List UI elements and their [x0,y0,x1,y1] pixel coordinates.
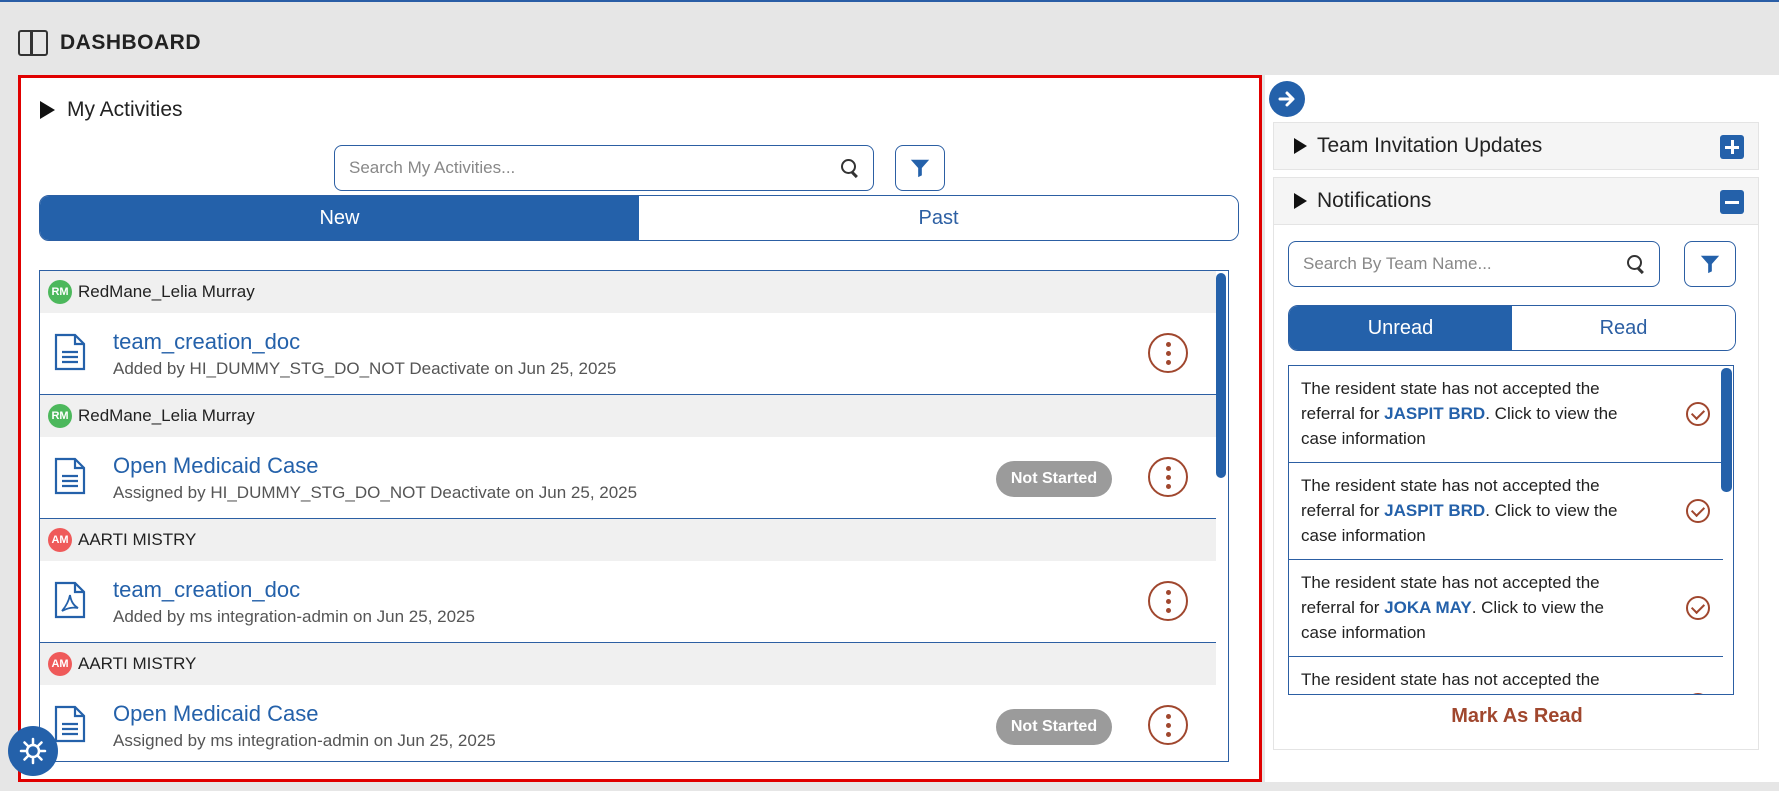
notification-tabs: Unread Read [1288,305,1736,351]
filter-icon [1700,255,1720,274]
page-header: DASHBOARD [18,30,201,56]
notification-text: The resident state has not accepted the [1301,670,1600,689]
activity-meta: Added by ms integration-admin on Jun 25,… [113,607,475,626]
more-options-button[interactable] [1148,581,1188,621]
activity-item: AM AARTI MISTRY Open Medicaid Case Assig… [40,643,1216,761]
activities-filter-button[interactable] [895,145,945,191]
my-activities-panel: My Activities New Past RM RedMane_Lelia … [18,75,1262,782]
status-badge: Not Started [996,461,1112,497]
more-options-button[interactable] [1148,705,1188,745]
filter-icon [910,159,930,178]
notifications-body: Unread Read The resident state has not a… [1273,225,1759,750]
team-search-box [1288,241,1660,287]
activity-owner: AARTI MISTRY [78,530,197,549]
search-icon[interactable] [841,159,859,177]
collapse-panel-button[interactable] [1269,81,1305,117]
expand-plus-icon[interactable] [1720,135,1744,159]
collapse-minus-icon[interactable] [1720,190,1744,214]
activity-item: RM RedMane_Lelia Murray team_creation_do… [40,271,1216,395]
notification-name: JASPIT BRD [1384,501,1486,520]
activities-list: RM RedMane_Lelia Murray team_creation_do… [39,270,1229,762]
notification-name: JASPIT BRD [1384,404,1486,423]
activity-owner: RedMane_Lelia Murray [78,282,255,301]
tab-new[interactable]: New [40,196,639,240]
activity-title-link[interactable]: team_creation_doc [113,329,300,355]
document-icon [54,705,86,743]
notification-item[interactable]: The resident state has not accepted the [1289,657,1723,694]
notification-item[interactable]: The resident state has not accepted the … [1289,366,1723,463]
gear-icon [19,737,47,765]
activity-owner: AARTI MISTRY [78,654,197,673]
activity-owner-row: RM RedMane_Lelia Murray [40,395,1216,437]
activity-owner-row: AM AARTI MISTRY [40,519,1216,561]
mark-read-check-icon[interactable] [1686,596,1710,620]
mark-read-check-icon[interactable] [1686,499,1710,523]
page-title: DASHBOARD [60,31,201,54]
notifications-list: The resident state has not accepted the … [1288,365,1734,695]
activities-search-input[interactable] [349,158,841,178]
status-badge: Not Started [996,709,1112,745]
more-options-button[interactable] [1148,333,1188,373]
dashboard-layout-icon [18,30,48,56]
notification-item[interactable]: The resident state has not accepted the … [1289,463,1723,560]
activity-meta: Assigned by HI_DUMMY_STG_DO_NOT Deactiva… [113,483,638,502]
avatar: AM [48,652,72,676]
document-icon [54,333,86,371]
notifications-filter-button[interactable] [1684,241,1736,287]
section-title: My Activities [67,98,183,121]
activity-owner: RedMane_Lelia Murray [78,406,255,425]
activity-meta: Added by HI_DUMMY_STG_DO_NOT Deactivate … [113,359,617,378]
mark-read-check-icon[interactable] [1686,402,1710,426]
team-invitation-updates-header[interactable]: Team Invitation Updates [1273,122,1759,170]
search-icon[interactable] [1627,255,1645,273]
tab-read[interactable]: Read [1512,306,1735,350]
activity-item: RM RedMane_Lelia Murray Open Medicaid Ca… [40,395,1216,519]
team-invitations-title: Team Invitation Updates [1317,134,1543,157]
my-activities-toggle[interactable]: My Activities [40,98,183,122]
activity-owner-row: RM RedMane_Lelia Murray [40,271,1216,313]
tab-past[interactable]: Past [639,196,1238,240]
notification-item[interactable]: The resident state has not accepted the … [1289,560,1723,657]
expand-triangle-icon [1294,138,1307,154]
activities-tabs: New Past [39,195,1239,241]
notifications-header[interactable]: Notifications [1273,177,1759,225]
activity-title-link[interactable]: team_creation_doc [113,577,300,603]
notifications-scrollbar[interactable] [1721,366,1733,694]
expand-triangle-icon [40,101,55,119]
arrow-right-icon [1278,91,1295,107]
avatar: RM [48,404,72,428]
document-icon [54,457,86,495]
expand-triangle-icon [1294,193,1307,209]
mark-read-check-icon[interactable] [1686,693,1710,694]
activity-owner-row: AM AARTI MISTRY [40,643,1216,685]
avatar: AM [48,528,72,552]
more-options-button[interactable] [1148,457,1188,497]
notification-name: JOKA MAY [1384,598,1472,617]
activity-title-link[interactable]: Open Medicaid Case [113,701,318,727]
pdf-icon [54,581,86,619]
activity-item: AM AARTI MISTRY team_creation_doc Added … [40,519,1216,643]
team-name-search-input[interactable] [1303,254,1627,274]
activities-search-box [334,145,874,191]
help-assistant-button[interactable] [8,726,58,776]
activities-scrollbar[interactable] [1216,271,1228,761]
avatar: RM [48,280,72,304]
activity-title-link[interactable]: Open Medicaid Case [113,453,318,479]
notifications-title: Notifications [1317,189,1432,212]
top-border [0,0,1779,2]
activity-meta: Assigned by ms integration-admin on Jun … [113,731,496,750]
tab-unread[interactable]: Unread [1289,306,1512,350]
mark-as-read-button[interactable]: Mark As Read [1274,705,1760,728]
